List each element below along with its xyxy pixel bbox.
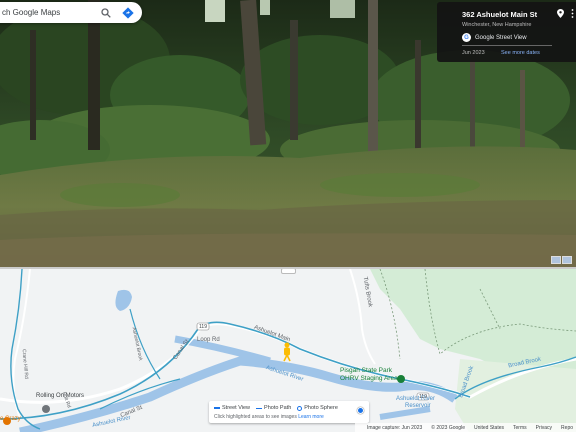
street-view-brand: G Google Street View: [462, 33, 527, 42]
map-label-crazy[interactable]: e Crazy: [0, 416, 21, 422]
map-label-pisgah-2: OHRV Staging Area: [340, 375, 398, 382]
footer-country[interactable]: United States: [474, 425, 504, 431]
photo-sphere-toggle-icon[interactable]: [357, 407, 364, 414]
route-119-shield-2: 119: [419, 394, 427, 400]
google-logo-icon: G: [462, 33, 471, 42]
menu-dots-icon[interactable]: [571, 9, 574, 18]
location-pin-icon[interactable]: [557, 9, 564, 18]
address-title: 362 Ashuelot Main St: [462, 10, 538, 19]
map-label-pisgah-1: Pisgah State Park: [340, 367, 393, 374]
map-footer: Image capture: Jun 2023 © 2023 Google Un…: [0, 423, 576, 432]
map-label-reservoir-2: Reservoir: [405, 403, 431, 409]
footer-capture: Image capture: Jun 2023: [366, 424, 423, 431]
divider: [462, 45, 552, 46]
brand-label: Google Street View: [475, 34, 527, 41]
legend-photo-path: Photo Path: [256, 405, 291, 411]
capture-date: Jun 2023: [462, 50, 485, 56]
search-placeholder[interactable]: ch Google Maps: [2, 8, 98, 17]
footer-terms[interactable]: Terms: [513, 425, 527, 431]
map-label-loop-rd: Loop Rd: [197, 337, 220, 343]
directions-icon[interactable]: [120, 5, 136, 21]
pegman-icon: [283, 342, 291, 362]
map-view[interactable]: Ashuelot Main Canal St Loop Rd Canal St …: [0, 267, 576, 432]
street-view-legend: Street View Photo Path Photo Sphere Clic…: [209, 401, 369, 423]
split-drag-handle[interactable]: [281, 269, 296, 274]
layer-thumbnail[interactable]: [551, 256, 561, 264]
see-more-dates-link[interactable]: See more dates: [501, 50, 540, 56]
layer-thumbnail[interactable]: [562, 256, 572, 264]
legend-photo-sphere: Photo Sphere: [297, 405, 338, 411]
route-119-shield: 119: [199, 324, 207, 330]
learn-more-link[interactable]: Learn more: [298, 414, 324, 420]
street-view-info-card: 362 Ashuelot Main St Winchester, New Ham…: [437, 2, 576, 62]
search-icon[interactable]: [98, 5, 114, 21]
street-view-panorama[interactable]: ch Google Maps 362 Ashuelot Main St Winc…: [0, 0, 576, 267]
address-region: Winchester, New Hampshire: [462, 22, 532, 28]
legend-street-view: Street View: [214, 405, 250, 411]
legend-hint: Click highlighted areas to see images Le…: [214, 414, 324, 420]
search-box[interactable]: ch Google Maps: [0, 2, 142, 23]
footer-report[interactable]: Repo: [561, 425, 573, 431]
map-label-reservoir-1: Ashuelot River: [396, 396, 436, 402]
footer-copyright: © 2023 Google: [431, 424, 465, 431]
footer-privacy[interactable]: Privacy: [536, 425, 552, 431]
